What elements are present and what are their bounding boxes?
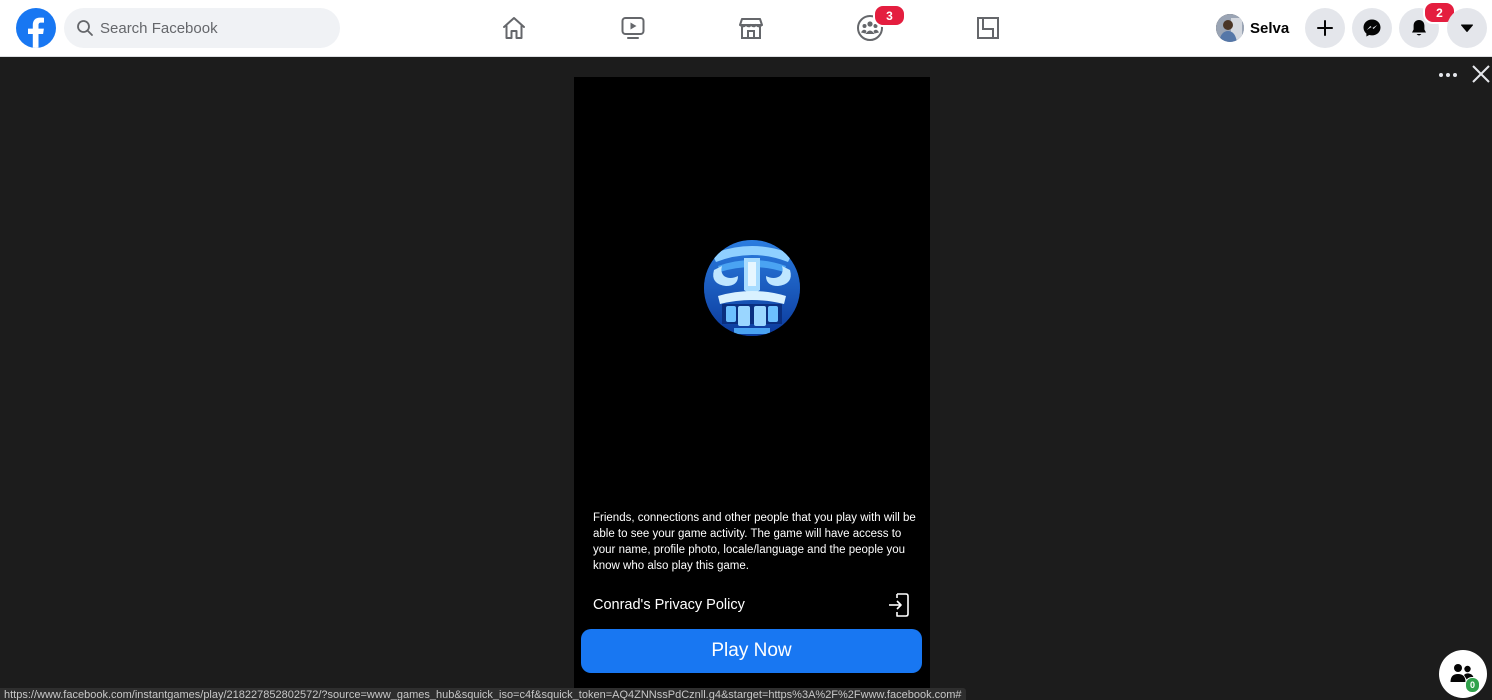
game-face-icon: [704, 240, 800, 336]
video-play-icon: [621, 17, 645, 39]
close-icon: [1472, 65, 1490, 83]
groups-notification-badge: 3: [873, 4, 906, 27]
more-horizontal-icon-dot: [1453, 73, 1457, 77]
open-external-icon: [889, 593, 909, 617]
messenger-button[interactable]: [1352, 8, 1392, 48]
nav-tab-watch[interactable]: [578, 0, 688, 56]
caret-down-icon: [1461, 24, 1473, 32]
more-horizontal-icon-dot: [1439, 73, 1443, 77]
game-frame: Friends, connections and other people th…: [574, 77, 930, 700]
profile-name: Selva: [1250, 19, 1290, 37]
friends-playing-count: 0: [1465, 677, 1480, 693]
privacy-policy-link[interactable]: Conrad's Privacy Policy: [593, 590, 911, 620]
marketplace-store-icon: [739, 18, 763, 39]
search-box[interactable]: [64, 8, 340, 48]
game-icon: [704, 240, 800, 336]
top-navigation-bar: 3 Selva: [0, 0, 1492, 57]
facebook-logo[interactable]: [16, 8, 56, 48]
home-icon: [503, 17, 525, 39]
facebook-f-icon: [28, 17, 44, 48]
nav-tab-marketplace[interactable]: [696, 0, 806, 56]
notifications-button[interactable]: 2: [1399, 1, 1456, 48]
plus-icon: [1317, 20, 1333, 36]
gaming-square-icon: [977, 17, 999, 39]
friends-playing-button[interactable]: 0: [1439, 650, 1487, 698]
search-icon: [77, 20, 93, 36]
avatar: [1216, 14, 1244, 42]
nav-tab-gaming[interactable]: [933, 0, 1043, 56]
account-menu-button[interactable]: [1447, 8, 1487, 48]
more-horizontal-icon-dot: [1446, 73, 1450, 77]
play-now-button[interactable]: Play Now: [581, 629, 922, 673]
messenger-icon: [1363, 19, 1381, 37]
nav-tab-groups[interactable]: 3: [815, 0, 925, 56]
status-bar-url: https://www.facebook.com/instantgames/pl…: [0, 688, 966, 700]
avatar-photo: [1216, 14, 1244, 42]
nav-tab-home[interactable]: [459, 0, 569, 56]
search-input[interactable]: [100, 19, 320, 37]
profile-chip[interactable]: Selva: [1210, 8, 1295, 48]
close-viewer-button[interactable]: [1470, 63, 1492, 85]
game-permissions-disclaimer: Friends, connections and other people th…: [593, 512, 916, 572]
more-options-button[interactable]: [1436, 67, 1460, 83]
game-viewer: Friends, connections and other people th…: [0, 57, 1492, 700]
create-button[interactable]: [1305, 8, 1345, 48]
privacy-policy-label: Conrad's Privacy Policy: [593, 597, 745, 613]
